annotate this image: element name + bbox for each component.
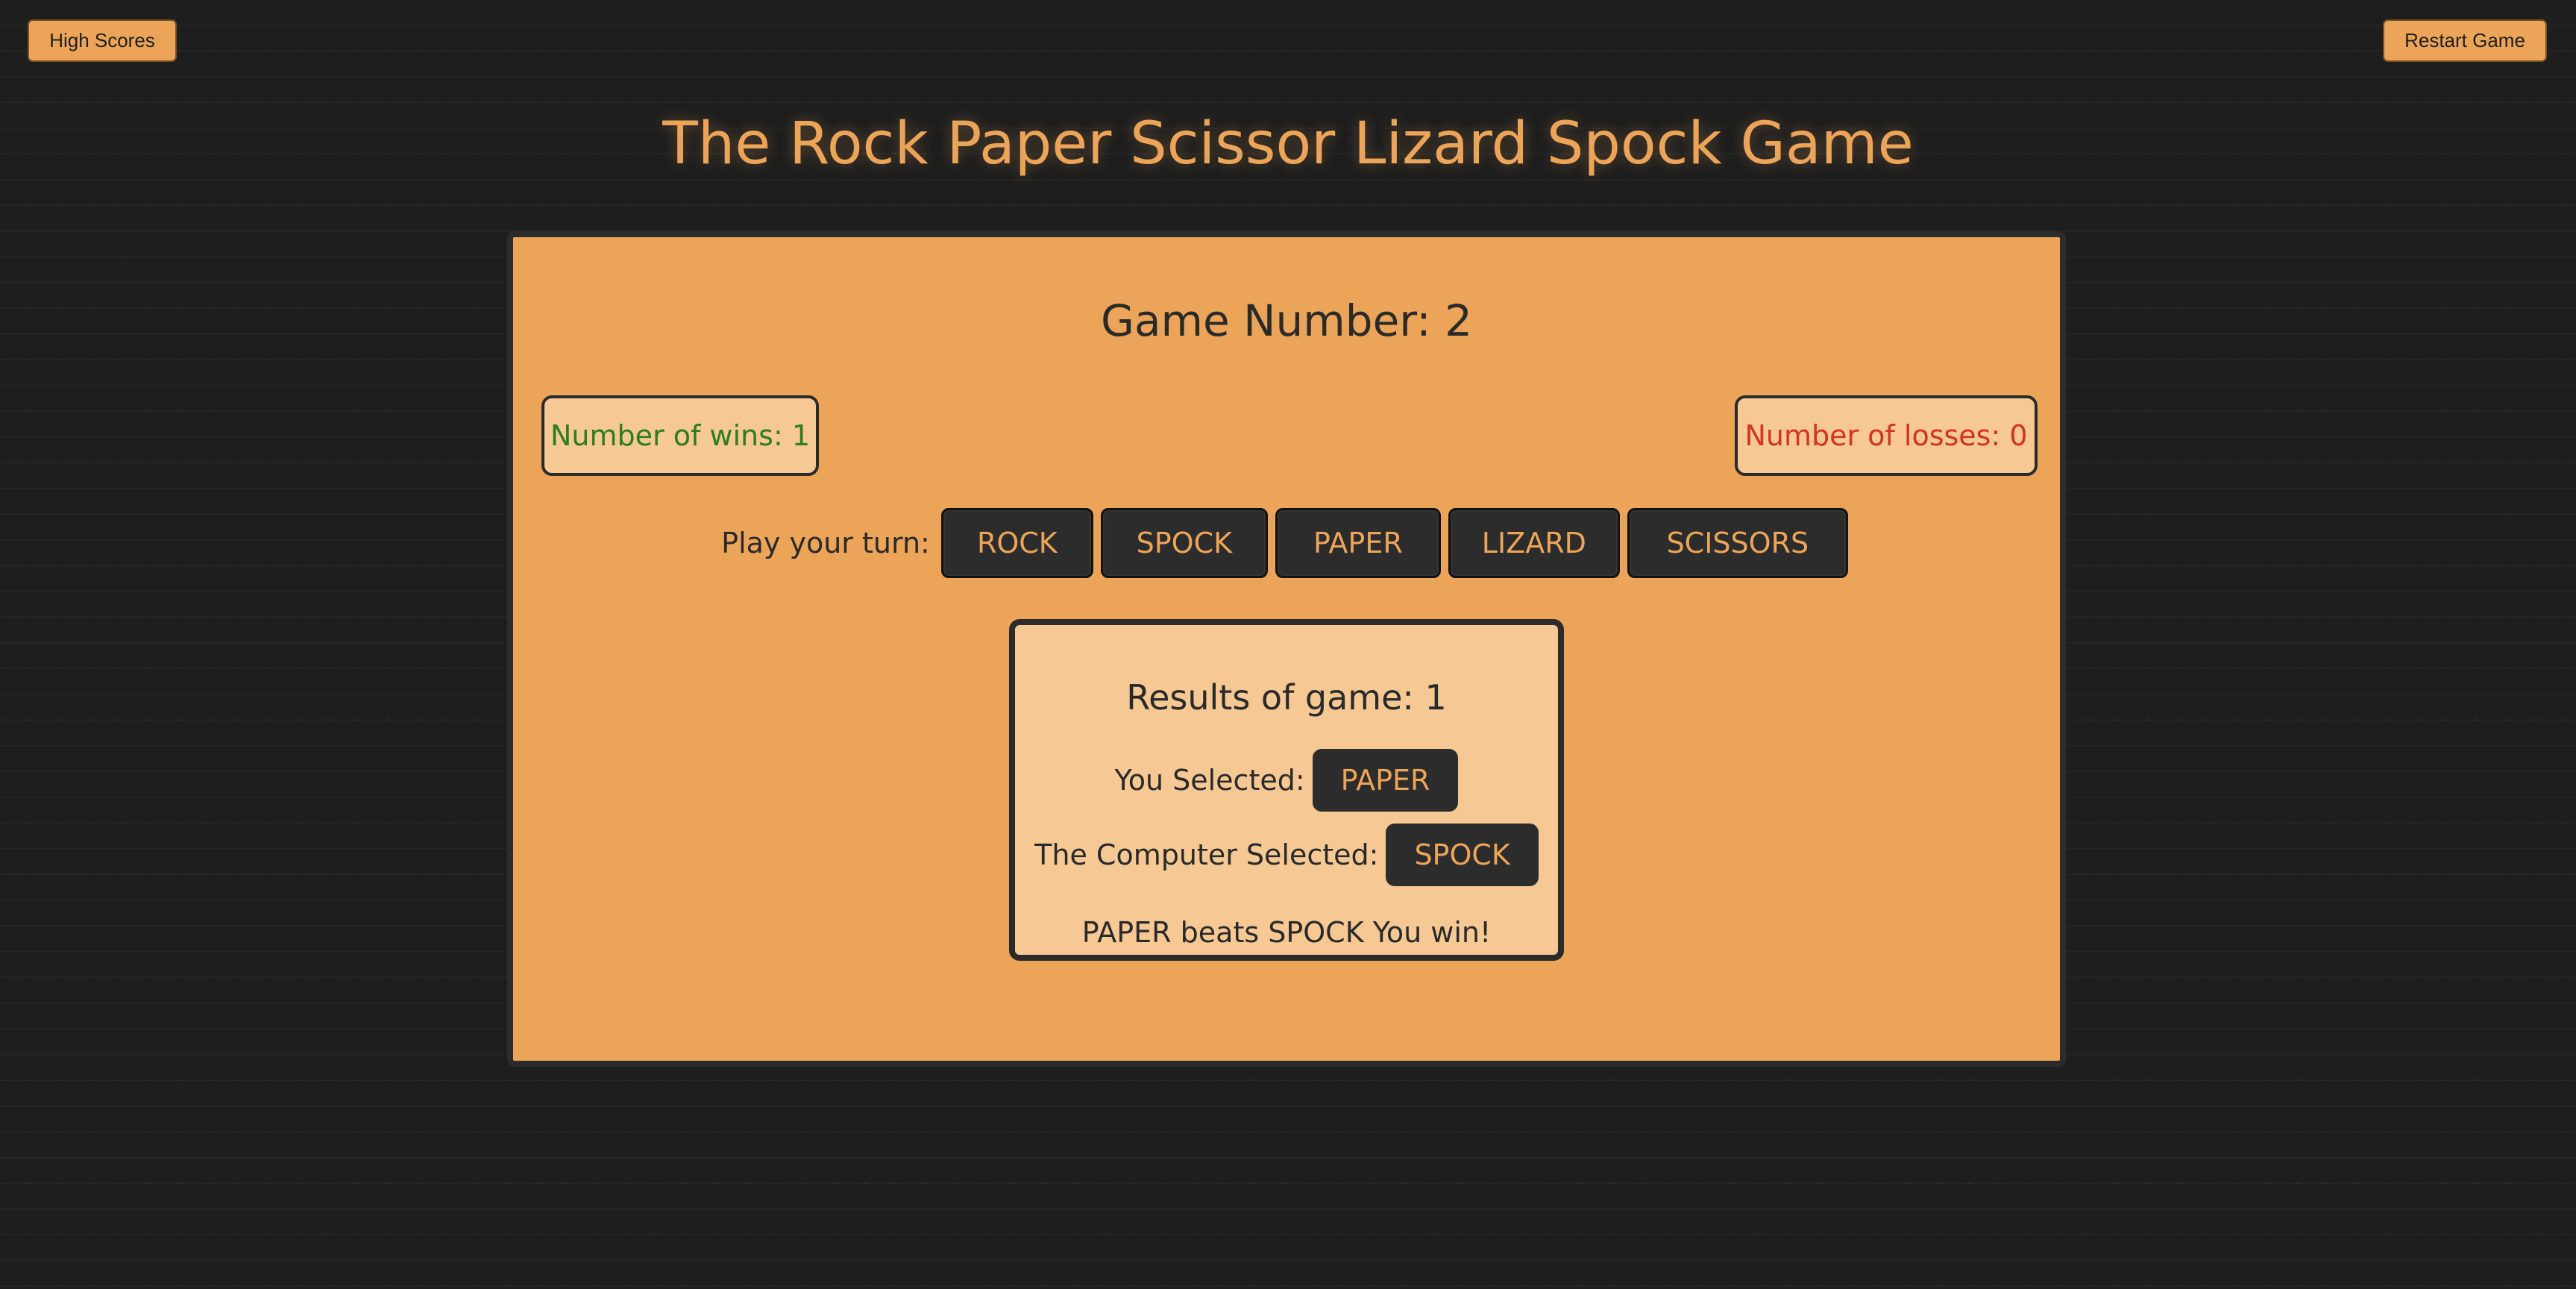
- paper-button[interactable]: PAPER: [1275, 508, 1441, 578]
- rock-button[interactable]: ROCK: [940, 508, 1093, 578]
- computer-selected-badge: SPOCK: [1386, 824, 1539, 886]
- you-selected-badge: PAPER: [1312, 749, 1459, 812]
- computer-selected-label: The Computer Selected:: [1034, 838, 1379, 871]
- scissors-button[interactable]: SCISSORS: [1627, 508, 1848, 578]
- game-number: Game Number: 2: [1101, 295, 1472, 346]
- you-selected-label: You Selected:: [1114, 764, 1305, 797]
- you-selected-row: You Selected: PAPER: [1015, 749, 1558, 812]
- game-panel: Game Number: 2 Number of wins: 1 Number …: [507, 231, 2066, 1067]
- spock-button[interactable]: SPOCK: [1100, 508, 1268, 578]
- lizard-button[interactable]: LIZARD: [1448, 508, 1620, 578]
- computer-selected-row: The Computer Selected: SPOCK: [1015, 824, 1558, 886]
- play-turn-row: Play your turn: ROCK SPOCK PAPER LIZARD …: [513, 507, 2060, 579]
- high-scores-button[interactable]: High Scores: [28, 19, 177, 62]
- wins-counter: Number of wins: 1: [541, 395, 819, 476]
- outcome-text: PAPER beats SPOCK You win!: [1081, 916, 1492, 949]
- play-turn-label: Play your turn:: [721, 527, 930, 559]
- losses-counter: Number of losses: 0: [1735, 395, 2038, 476]
- restart-game-button[interactable]: Restart Game: [2383, 19, 2547, 62]
- page-title: The Rock Paper Scissor Lizard Spock Game: [662, 110, 1914, 178]
- results-panel: Results of game: 1 You Selected: PAPER T…: [1009, 619, 1564, 961]
- results-title: Results of game: 1: [1126, 677, 1447, 718]
